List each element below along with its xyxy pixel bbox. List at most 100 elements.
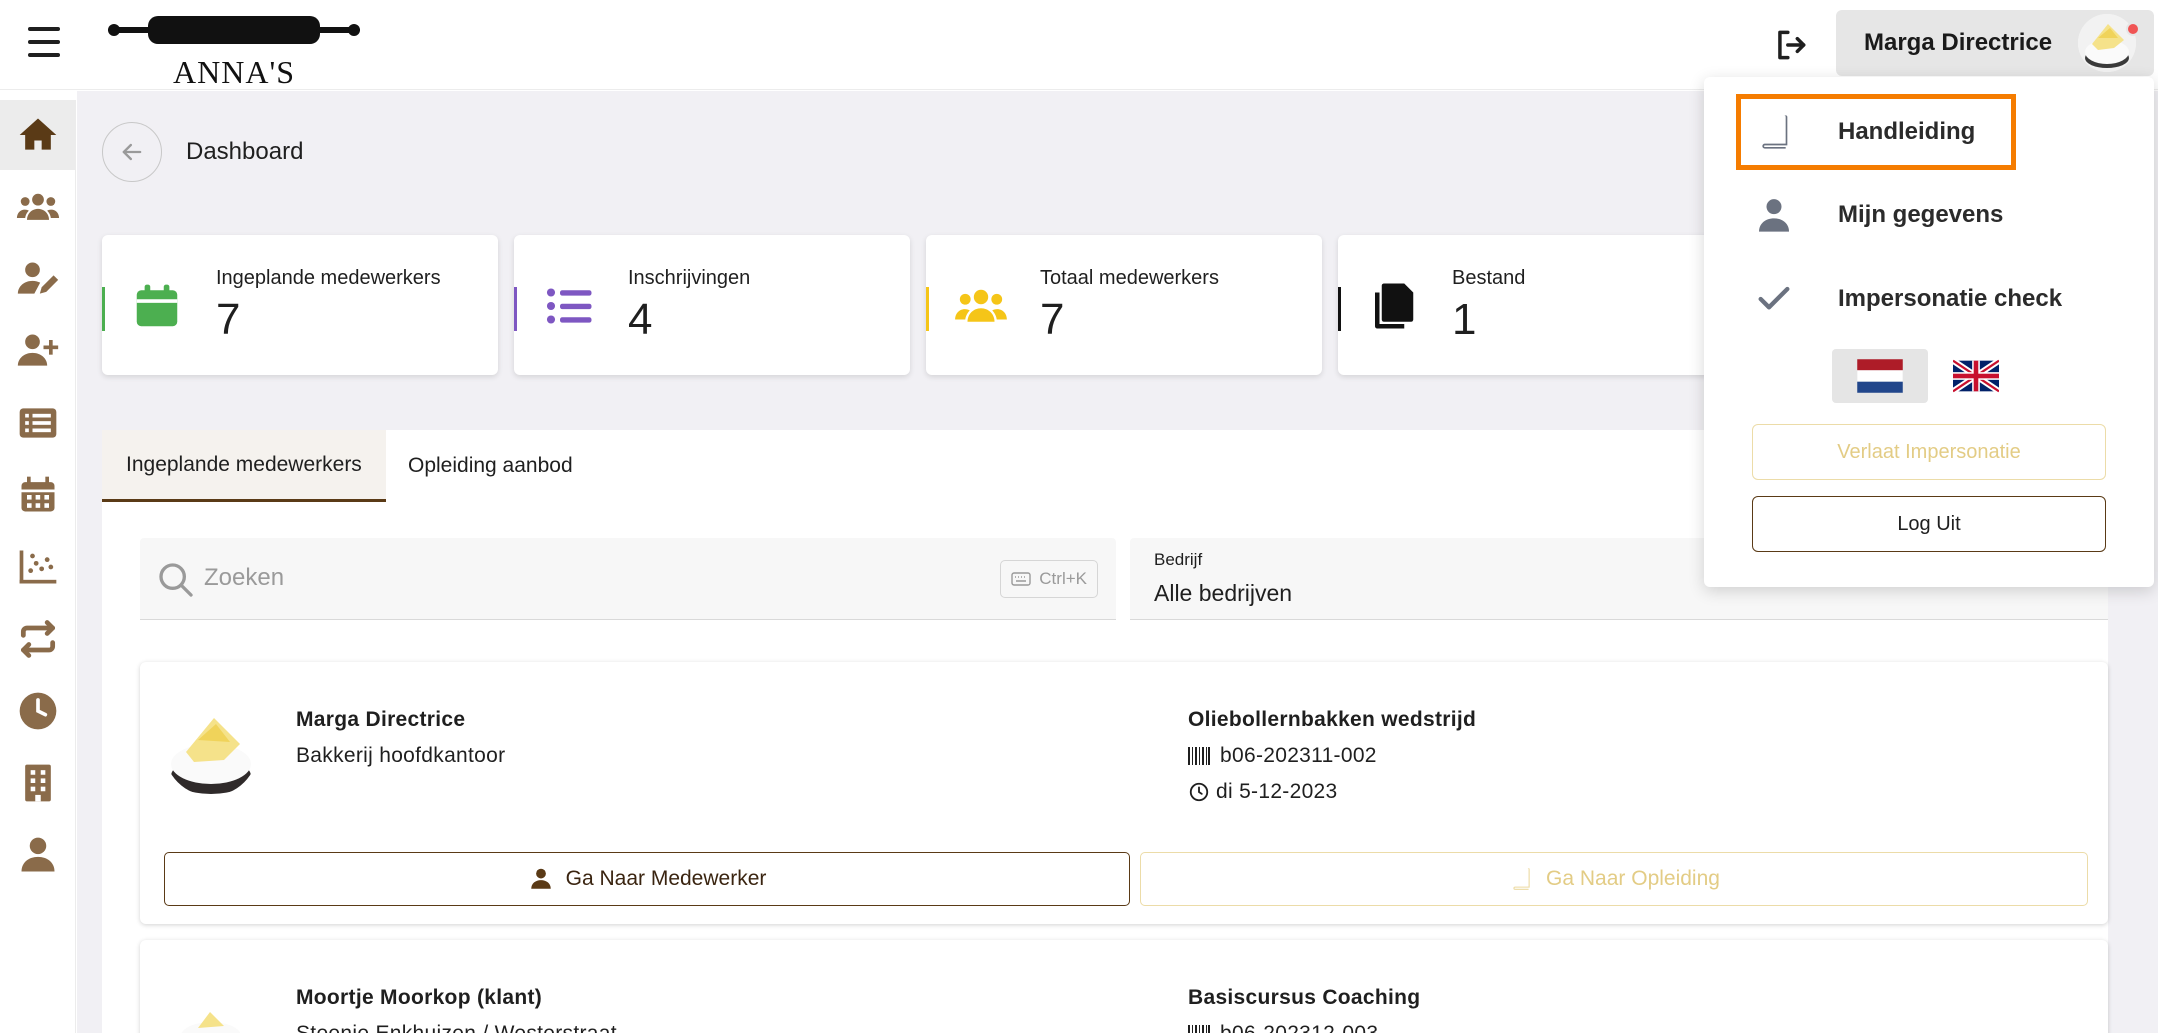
leave-impersonation-button[interactable]: Verlaat Impersonatie (1752, 424, 2106, 480)
user-edit-icon (17, 262, 59, 294)
page-title: Dashboard (186, 138, 304, 165)
sidebar-item-edit-user[interactable] (0, 244, 76, 314)
go-to-training-button[interactable]: Ga Naar Opleiding (1140, 852, 2088, 906)
repeat-icon (20, 620, 56, 658)
go-to-employee-button[interactable]: Ga Naar Medewerker (164, 852, 1130, 906)
company-select-value: Alle bedrijven (1154, 580, 1293, 606)
sidebar-item-repeat[interactable] (0, 604, 76, 674)
back-button[interactable] (102, 122, 162, 182)
sidebar (0, 100, 76, 1033)
building-icon (25, 764, 51, 802)
person-icon (1759, 199, 1789, 232)
employee-name: Moortje Moorkop (klant) (296, 986, 543, 1009)
sidebar-item-companies[interactable] (0, 748, 76, 818)
search-icon (159, 563, 193, 597)
logout-button[interactable]: Log Uit (1752, 496, 2106, 552)
menu-item-my-details[interactable]: Mijn gegevens (1736, 177, 2120, 253)
menu-item-label: Mijn gegevens (1838, 201, 2004, 228)
course-name: Oliebollernbakken wedstrijd (1188, 708, 1477, 731)
user-menu-button[interactable]: Marga Directrice (1836, 10, 2154, 76)
course-name: Basiscursus Coaching (1188, 986, 1421, 1009)
language-nl-button[interactable] (1832, 349, 1928, 403)
employee-name: Marga Directrice (296, 708, 466, 731)
sidebar-item-time[interactable] (0, 676, 76, 746)
tab-scheduled-employees[interactable]: Ingeplande medewerkers (102, 430, 386, 502)
clock-icon (19, 692, 57, 730)
notification-dot (2126, 22, 2140, 36)
avatar (2078, 14, 2136, 72)
keyboard-shortcut: Ctrl+K (1000, 560, 1098, 598)
stat-card-files[interactable]: Bestand 1 (1338, 235, 1734, 375)
copy-icon (1375, 283, 1414, 329)
book-icon (1513, 868, 1530, 890)
stat-accent-bar (926, 287, 929, 331)
stat-accent-bar (102, 287, 105, 331)
language-switcher (1832, 349, 2024, 403)
stat-label: Bestand (1452, 267, 1526, 289)
menu-item-manual[interactable]: Handleiding (1736, 94, 2016, 170)
stat-card-total-employees[interactable]: Totaal medewerkers 7 (926, 235, 1322, 375)
check-icon (1758, 286, 1790, 310)
logout-icon[interactable] (1772, 26, 1810, 64)
stat-card-scheduled[interactable]: Ingeplande medewerkers 7 (102, 235, 498, 375)
tab-training-offer[interactable]: Opleiding aanbod (384, 430, 597, 502)
users-icon (16, 193, 60, 220)
menu-item-impersonation-check[interactable]: Impersonatie check (1736, 261, 2120, 337)
hamburger-icon[interactable] (26, 24, 62, 60)
stat-value: 7 (216, 295, 241, 344)
course-code-text: b06-202312-003 (1220, 1022, 1378, 1033)
book-icon (1762, 115, 1788, 149)
sidebar-item-home[interactable] (0, 100, 76, 170)
users-icon (955, 289, 1007, 322)
sidebar-item-list[interactable] (0, 388, 76, 458)
go-to-employee-label: Ga Naar Medewerker (565, 867, 767, 890)
stat-value: 4 (628, 295, 653, 344)
home-icon (19, 118, 57, 150)
language-en-button[interactable] (1928, 349, 2024, 403)
menu-item-label: Handleiding (1838, 118, 1976, 145)
course-code: b06-202312-003 (1188, 1022, 1378, 1033)
enrollment-card: Moortje Moorkop (klant) Steenje Enkhuize… (140, 940, 2108, 1033)
sidebar-item-add-user[interactable] (0, 316, 76, 386)
clock-icon (1189, 782, 1209, 802)
course-code: b06-202311-002 (1188, 744, 1377, 768)
user-dropdown-menu: Handleiding Mijn gegevens Impersonatie c… (1704, 77, 2154, 587)
employee-company: Steenje Enkhuizen / Westerstraat (296, 1022, 617, 1033)
app-logo[interactable]: ANNA'S BAKKERIJ (108, 10, 360, 127)
calendar-icon (21, 476, 55, 512)
course-date-text: di 5-12-2023 (1216, 780, 1338, 803)
search-input[interactable] (204, 558, 964, 598)
sidebar-item-reports[interactable] (0, 532, 76, 602)
barcode-icon (1188, 747, 1210, 765)
go-to-training-label: Ga Naar Opleiding (1546, 867, 1720, 890)
sidebar-item-profile[interactable] (0, 820, 76, 890)
stat-label: Ingeplande medewerkers (216, 267, 441, 289)
employee-photo (164, 980, 258, 1033)
sidebar-item-employees[interactable] (0, 172, 76, 242)
user-name: Marga Directrice (1864, 29, 2053, 56)
search-box[interactable]: Ctrl+K (140, 538, 1116, 620)
calendar-icon (136, 284, 178, 327)
sidebar-item-calendar[interactable] (0, 460, 76, 530)
list-icon (546, 288, 592, 324)
stat-card-enrollments[interactable]: Inschrijvingen 4 (514, 235, 910, 375)
stat-label: Inschrijvingen (628, 267, 751, 289)
stat-label: Totaal medewerkers (1040, 267, 1219, 289)
stat-accent-bar (1338, 287, 1341, 331)
employee-company: Bakkerij hoofdkantoor (296, 744, 506, 767)
rolling-pin-icon (108, 16, 360, 44)
employee-photo (164, 702, 258, 796)
course-code-text: b06-202311-002 (1220, 744, 1377, 767)
keyboard-icon (1011, 572, 1031, 586)
stat-value: 7 (1040, 295, 1065, 344)
stat-value: 1 (1452, 295, 1477, 344)
stat-accent-bar (514, 287, 517, 331)
flag-uk-icon (1953, 359, 1999, 393)
list-icon (19, 408, 57, 438)
flag-nl-icon (1857, 359, 1903, 393)
chart-scatter-icon (19, 550, 57, 584)
arrow-left-icon (122, 143, 142, 161)
enrollment-card: Marga Directrice Bakkerij hoofdkantoor O… (140, 662, 2108, 924)
shortcut-text: Ctrl+K (1039, 569, 1087, 588)
company-select-label: Bedrijf (1154, 550, 1203, 569)
